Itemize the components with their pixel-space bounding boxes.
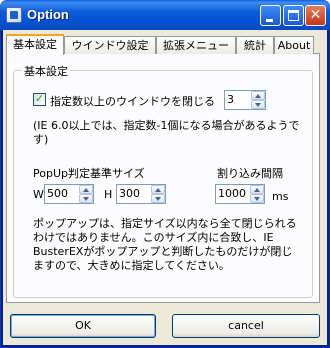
interval-value: 1000 [218,187,246,200]
tab-statistics[interactable]: 統計 [236,36,274,54]
spin-up-icon[interactable] [251,91,265,100]
title-bar[interactable]: Option ✕ [0,0,330,30]
tab-strip: 基本設定 ウインドウ設定 拡張メニュー 統計 About [6,34,322,55]
width-stepper[interactable] [79,185,93,203]
minimize-button[interactable] [260,5,281,26]
tab-basic-settings[interactable]: 基本設定 [6,34,64,55]
height-label: H [104,188,113,201]
close-windows-checkbox[interactable]: ✓ [33,92,46,106]
width-value: 500 [47,187,68,200]
tab-extension-menu[interactable]: 拡張メニュー [156,36,236,54]
width-label: W [33,188,44,201]
popup-note: ポップアップは、指定サイズ以内なら全て閉じられるわけではありません。このサイズ内… [33,217,297,272]
close-windows-label: 指定数以上のウインドウを閉じる [50,95,215,108]
ie-note: (IE 6.0以上では、指定数-1個になる場合があるようです) [33,119,300,146]
spin-down-icon[interactable] [250,194,264,203]
ok-button[interactable]: OK [10,314,156,338]
group-label: 基本設定 [22,63,70,79]
spin-down-icon[interactable] [251,100,265,109]
spin-down-icon[interactable] [151,194,165,203]
interval-label: 割り込み間隔 [217,167,283,180]
spin-up-icon[interactable] [250,185,264,194]
window-count-stepper[interactable] [251,91,265,109]
window-count-value: 3 [227,93,234,106]
tab-window-settings[interactable]: ウインドウ設定 [64,36,156,54]
height-value: 300 [119,187,140,200]
checkmark-icon: ✓ [34,92,45,105]
height-stepper[interactable] [151,185,165,203]
cancel-button[interactable]: cancel [172,314,320,338]
maximize-button[interactable] [283,5,304,26]
interval-unit: ms [272,190,289,203]
close-button[interactable]: ✕ [305,5,326,26]
spin-down-icon[interactable] [79,194,93,203]
interval-stepper[interactable] [250,185,264,203]
tab-about[interactable]: About [274,36,314,54]
window-title: Option [27,7,69,22]
close-icon: ✕ [309,7,322,23]
app-icon [6,7,22,23]
spin-up-icon[interactable] [151,185,165,194]
popup-size-label: PopUp判定基準サイズ [33,167,145,180]
spin-up-icon[interactable] [79,185,93,194]
